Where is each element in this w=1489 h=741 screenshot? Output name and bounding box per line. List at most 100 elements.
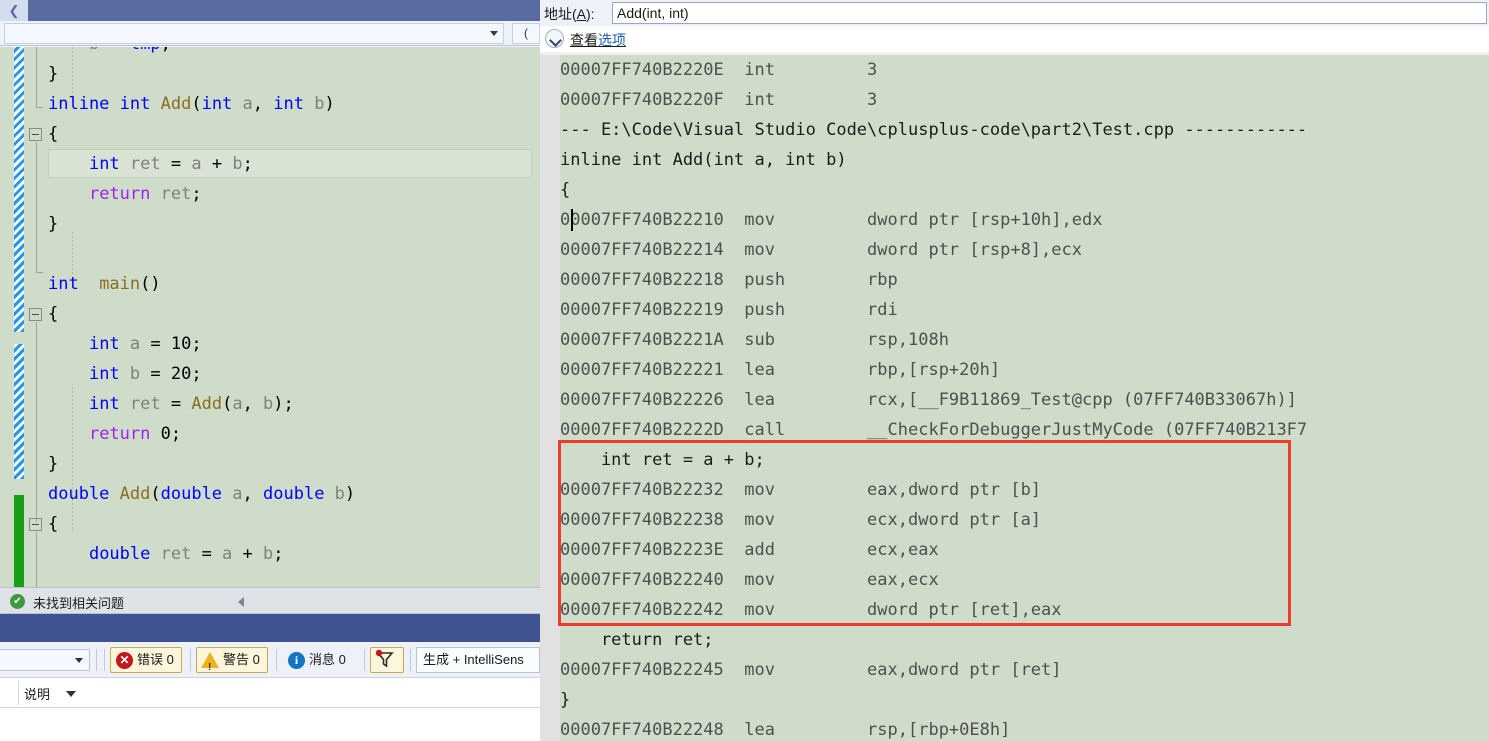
code-token: ; bbox=[191, 364, 202, 384]
view-options-row: 查看选项 bbox=[540, 26, 1489, 52]
navigation-dropdown[interactable] bbox=[4, 23, 504, 44]
code-editor-pane: ❮ (} inline int Add(int a, int b) {int… bbox=[0, 0, 540, 741]
code-token: 20 bbox=[170, 364, 192, 384]
disassembly-line: 00007FF740B2220F int 3 bbox=[560, 85, 877, 115]
message-count-button[interactable]: i 消息 0 bbox=[282, 647, 354, 673]
error-icon: ✕ bbox=[116, 652, 133, 669]
code-token: double bbox=[48, 484, 120, 504]
code-token: int bbox=[88, 394, 130, 414]
code-token: = bbox=[140, 334, 171, 354]
address-input[interactable] bbox=[612, 2, 1487, 24]
disassembly-line-text: 00007FF740B22238 mov ecx,dword ptr [a] bbox=[560, 510, 1042, 530]
disassembly-line: 00007FF740B22221 lea rbp,[rsp+20h] bbox=[560, 355, 1000, 385]
warning-count-button[interactable]: 警告 0 bbox=[196, 647, 268, 680]
build-intellisense-filter[interactable]: 生成 + IntelliSens bbox=[416, 647, 540, 673]
code-token: , bbox=[242, 394, 264, 414]
disassembly-line-text: 00007FF740B22245 mov eax,dword ptr [ret] bbox=[560, 660, 1062, 680]
code-token: = bbox=[140, 364, 171, 384]
code-token: a bbox=[222, 544, 233, 564]
disassembly-line-text: inline int Add(int a, int b) bbox=[560, 150, 847, 170]
inline-issue-status-bar: ✔ 未找到相关问题 bbox=[0, 587, 540, 614]
disassembly-line: inline int Add(int a, int b) bbox=[560, 145, 847, 175]
code-line: int ret = a + b; bbox=[48, 149, 253, 179]
description-column-label[interactable]: 说明 bbox=[24, 684, 50, 703]
view-options-link[interactable]: 查看选项 bbox=[570, 30, 626, 50]
filter-button[interactable] bbox=[370, 647, 404, 673]
navigation-secondary-dropdown[interactable]: ( bbox=[512, 23, 540, 44]
code-line: inline int Add(int a, int b) bbox=[48, 89, 335, 119]
chevron-down-icon bbox=[490, 31, 498, 36]
code-token: = bbox=[160, 154, 192, 174]
back-chevron-icon[interactable]: ❮ bbox=[0, 0, 28, 21]
disassembly-line-text: 00007FF740B22221 lea rbp,[rsp+20h] bbox=[560, 360, 1001, 380]
chevron-down-icon[interactable] bbox=[66, 691, 76, 697]
code-token: = bbox=[160, 394, 192, 414]
code-token: ; bbox=[170, 424, 182, 444]
chevron-down-icon bbox=[75, 658, 83, 663]
issue-prev-arrow-icon[interactable] bbox=[238, 597, 244, 607]
code-token: return bbox=[88, 424, 161, 444]
code-token: ) bbox=[344, 484, 356, 504]
disassembly-line-text: --- E:\Code\Visual Studio Code\cplusplus… bbox=[560, 120, 1308, 140]
disassembly-line: 00007FF740B22242 mov dword ptr [ret],eax bbox=[560, 595, 1062, 625]
visual-studio-window: ❮ (} inline int Add(int a, int b) {int… bbox=[0, 0, 1489, 741]
disassembly-line-text: 00007FF740B2221A sub rsp,108h bbox=[560, 330, 949, 350]
disassembly-window: 地址(A): 查看选项 00007FF740B2220E int 300007F… bbox=[540, 0, 1489, 741]
warning-icon bbox=[201, 652, 219, 680]
error-count-label: 错误 0 bbox=[137, 652, 174, 667]
code-token: Add bbox=[160, 94, 192, 114]
error-list-toolbar: ✕ 错误 0 警告 0 i 消息 0 生成 + IntelliS bbox=[0, 642, 540, 680]
code-token: + bbox=[201, 154, 233, 174]
code-token: 10 bbox=[170, 334, 192, 354]
disassembly-line-text: 00007FF740B22219 push rdi bbox=[560, 300, 898, 320]
code-token: b bbox=[263, 394, 274, 414]
funnel-icon bbox=[375, 649, 394, 668]
chevron-down-circle-icon[interactable] bbox=[545, 29, 564, 48]
code-token: double bbox=[88, 544, 161, 564]
code-token: , bbox=[252, 94, 274, 114]
disassembly-line-text: return ret; bbox=[560, 630, 714, 650]
code-line: int b = 20; bbox=[48, 359, 202, 389]
scope-filter-dropdown[interactable] bbox=[0, 649, 90, 671]
code-token: = bbox=[99, 47, 130, 54]
disassembly-line: } bbox=[560, 685, 570, 715]
code-token: ) bbox=[324, 94, 335, 114]
error-count-button[interactable]: ✕ 错误 0 bbox=[110, 647, 182, 673]
disassembly-line: 00007FF740B2223E add ecx,eax bbox=[560, 535, 939, 565]
source-code-editor[interactable]: b = tmp;}inline int Add(int a, int b){ i… bbox=[0, 47, 540, 587]
code-token: a bbox=[232, 484, 243, 504]
error-list-body bbox=[0, 708, 540, 741]
code-token: b bbox=[314, 94, 325, 114]
code-line: } bbox=[48, 59, 58, 89]
code-token: int bbox=[48, 274, 100, 294]
code-token: ret bbox=[129, 154, 161, 174]
address-bar-row: 地址(A): bbox=[540, 0, 1489, 26]
disassembly-line: int ret = a + b; bbox=[560, 445, 765, 475]
code-token: return bbox=[88, 184, 161, 204]
disassembly-line-text: int ret = a + b; bbox=[560, 450, 765, 470]
code-line: } bbox=[48, 209, 58, 239]
code-token: int bbox=[88, 154, 130, 174]
code-token: 0 bbox=[160, 424, 171, 444]
error-list-column-header: 说明 bbox=[0, 678, 540, 708]
disassembly-line: 00007FF740B2220E int 3 bbox=[560, 55, 877, 85]
disassembly-line: 00007FF740B22226 lea rcx,[__F9B11869_Tes… bbox=[560, 385, 1297, 415]
disassembly-line-text: 00007FF740B2220F int 3 bbox=[560, 90, 878, 110]
disassembly-line-text: 00007FF740B22248 lea rsp,[rbp+0E8h] bbox=[560, 720, 1011, 740]
warning-count-label: 警告 0 bbox=[223, 652, 260, 667]
code-token: ; bbox=[161, 47, 171, 54]
code-token: = bbox=[191, 544, 223, 564]
disassembly-line-text: 00007FF740B2220E int 3 bbox=[560, 60, 878, 80]
code-token: Add bbox=[119, 484, 151, 504]
disassembly-line-text: 00007FF740B2223E add ecx,eax bbox=[560, 540, 939, 560]
code-line: double Add(double a, double b) bbox=[48, 479, 355, 509]
disassembly-line-text: } bbox=[560, 690, 571, 710]
code-line: double ret = a + b; bbox=[48, 539, 284, 569]
code-token: b bbox=[129, 364, 141, 384]
disassembly-line-text: 00007FF740B22242 mov dword ptr [ret],eax bbox=[560, 600, 1062, 620]
code-line: b = tmp; bbox=[48, 47, 171, 59]
disassembly-text-area[interactable]: 00007FF740B2220E int 3 00007FF740B2220F i… bbox=[540, 55, 1489, 741]
